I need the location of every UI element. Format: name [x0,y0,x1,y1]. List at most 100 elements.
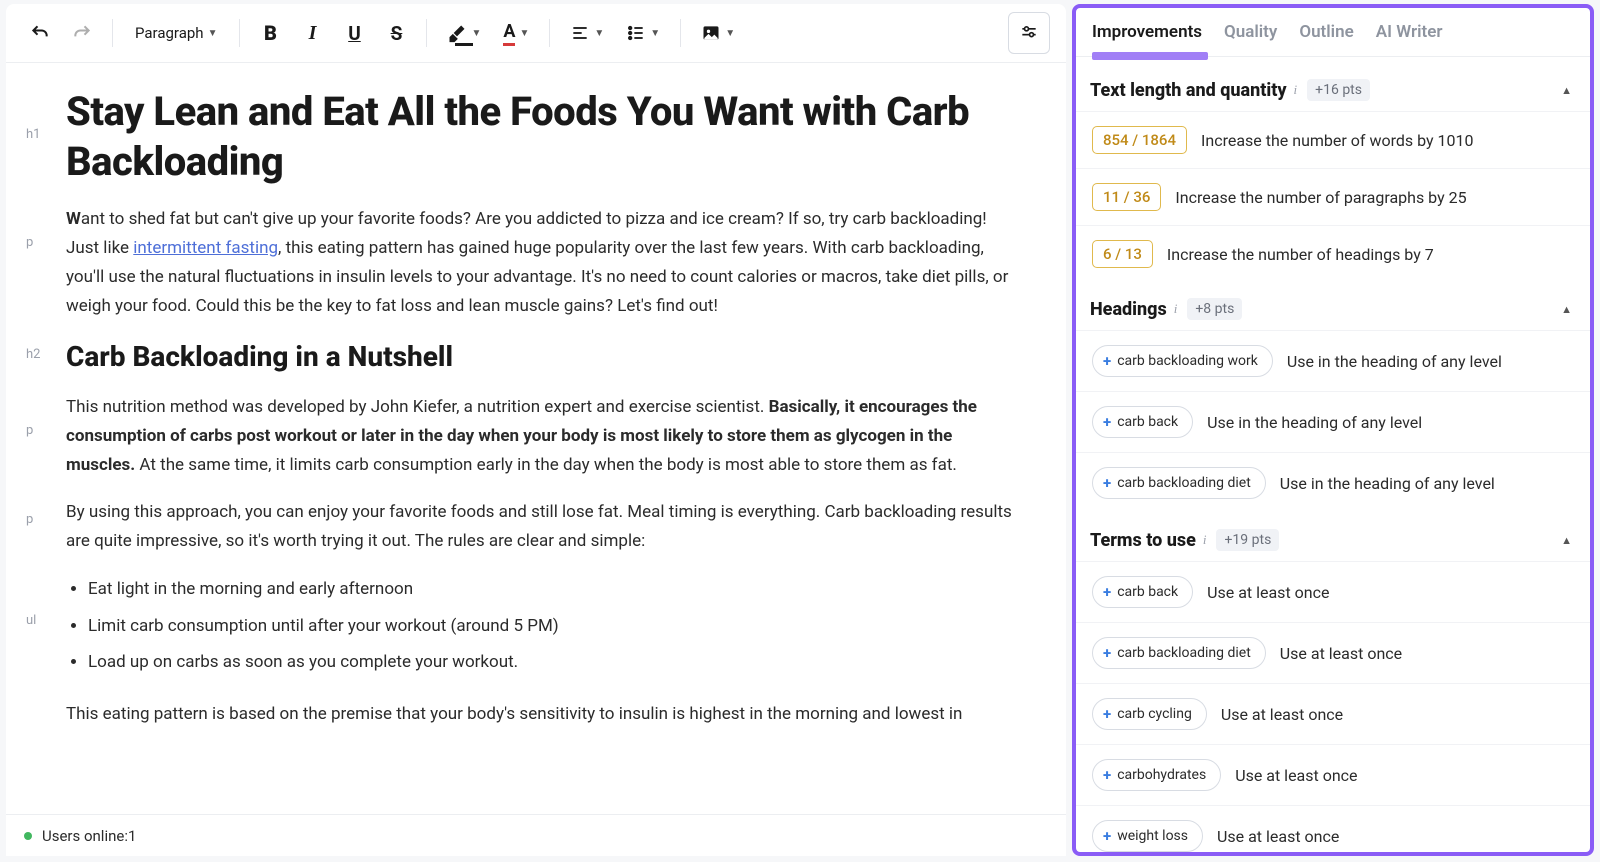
plus-icon: + [1103,705,1111,723]
term-item[interactable]: +carb backloading diet Use at least once [1076,622,1590,683]
image-button[interactable]: ▼ [693,15,743,51]
toolbar: Paragraph▼ B I U S ▼ A▼ ▼ ▼ [6,4,1066,63]
list-item[interactable]: Eat light in the morning and early after… [88,573,1018,605]
list-button[interactable]: ▼ [618,15,668,51]
length-item[interactable]: 11 / 36 Increase the number of paragraph… [1076,168,1590,225]
add-term-button[interactable]: +carb back [1092,406,1193,438]
section-title: Headings [1090,299,1167,320]
add-term-button[interactable]: +carb cycling [1092,698,1207,730]
undo-button[interactable] [22,15,58,51]
add-term-button[interactable]: +carbohydrates [1092,759,1221,791]
underline-button[interactable]: U [336,15,372,51]
tag-gutter: h1 [26,87,66,142]
term-item[interactable]: +carb back Use at least once [1076,561,1590,622]
list-item[interactable]: Limit carb consumption until after your … [88,610,1018,642]
doc-paragraph[interactable]: By using this approach, you can enjoy yo… [66,498,1018,556]
text-color-button[interactable]: A▼ [495,15,537,51]
chevron-up-icon[interactable]: ▲ [1561,534,1572,547]
item-desc: Use at least once [1280,644,1402,663]
section-headings[interactable]: Headings i +8 pts ▲ [1076,282,1590,330]
list-item[interactable]: Load up on carbs as soon as you complete… [88,646,1018,678]
doc-h1[interactable]: Stay Lean and Eat All the Foods You Want… [66,87,1018,187]
document-area[interactable]: h1 Stay Lean and Eat All the Foods You W… [6,63,1066,856]
strikethrough-button[interactable]: S [378,15,414,51]
tag-gutter: h2 [26,339,66,362]
heading-item[interactable]: +carb backloading diet Use in the headin… [1076,452,1590,513]
fasting-link[interactable]: intermittent fasting [133,238,278,258]
highlight-color-button[interactable]: ▼ [439,15,489,51]
doc-paragraph[interactable]: Want to shed fat but can't give up your … [66,205,1018,321]
item-desc: Use at least once [1207,583,1329,602]
plus-icon: + [1103,413,1111,431]
section-text-length[interactable]: Text length and quantity i +16 pts ▲ [1076,63,1590,111]
plus-icon: + [1103,583,1111,601]
item-desc: Use at least once [1221,705,1343,724]
item-desc: Use in the heading of any level [1207,413,1422,432]
heading-item[interactable]: +carb back Use in the heading of any lev… [1076,391,1590,452]
tab-improvements[interactable]: Improvements [1092,22,1202,56]
length-item[interactable]: 6 / 13 Increase the number of headings b… [1076,225,1590,282]
section-points: +8 pts [1187,298,1242,320]
section-points: +19 pts [1216,529,1279,551]
doc-paragraph[interactable]: This nutrition method was developed by J… [66,393,1018,480]
chevron-up-icon[interactable]: ▲ [1561,84,1572,97]
term-item[interactable]: +carb cycling Use at least once [1076,683,1590,744]
sidebar-body[interactable]: Text length and quantity i +16 pts ▲ 854… [1076,57,1590,852]
tag-gutter [26,700,66,708]
bold-button[interactable]: B [252,15,288,51]
add-term-button[interactable]: +weight loss [1092,820,1203,852]
tab-outline[interactable]: Outline [1299,22,1353,56]
align-button[interactable]: ▼ [562,15,612,51]
tag-gutter: p [26,393,66,438]
add-term-button[interactable]: +carb backloading diet [1092,467,1266,499]
section-points: +16 pts [1307,79,1370,101]
count-pill: 6 / 13 [1092,240,1153,268]
item-desc: Increase the number of paragraphs by 25 [1175,188,1466,207]
chevron-up-icon[interactable]: ▲ [1561,303,1572,316]
item-desc: Use at least once [1235,766,1357,785]
editor-settings-button[interactable] [1008,12,1050,54]
info-icon[interactable]: i [1294,82,1298,98]
italic-button[interactable]: I [294,15,330,51]
users-online-label: Users online: [42,827,128,845]
doc-list[interactable]: Eat light in the morning and early after… [66,573,1018,678]
item-desc: Increase the number of words by 1010 [1201,131,1474,150]
block-format-select[interactable]: Paragraph▼ [125,15,227,51]
plus-icon: + [1103,352,1111,370]
item-desc: Use in the heading of any level [1287,352,1502,371]
tag-gutter: ul [26,573,66,628]
info-icon[interactable]: i [1174,301,1178,317]
section-title: Terms to use [1090,530,1196,551]
editor-pane: Paragraph▼ B I U S ▼ A▼ ▼ ▼ [6,4,1066,856]
plus-icon: + [1103,827,1111,845]
status-bar: Users online: 1 [6,814,1066,856]
section-terms[interactable]: Terms to use i +19 pts ▲ [1076,513,1590,561]
block-format-label: Paragraph [135,24,204,42]
count-pill: 11 / 36 [1092,183,1161,211]
info-icon[interactable]: i [1203,532,1207,548]
tab-ai-writer[interactable]: AI Writer [1376,22,1443,56]
tag-gutter: p [26,205,66,250]
plus-icon: + [1103,644,1111,662]
add-term-button[interactable]: +carb backloading diet [1092,637,1266,669]
count-pill: 854 / 1864 [1092,126,1187,154]
term-item[interactable]: +weight loss Use at least once [1076,805,1590,852]
redo-button[interactable] [64,15,100,51]
plus-icon: + [1103,474,1111,492]
add-term-button[interactable]: +carb backloading work [1092,345,1273,377]
item-desc: Use in the heading of any level [1280,474,1495,493]
users-online-count: 1 [128,827,136,845]
length-item[interactable]: 854 / 1864 Increase the number of words … [1076,111,1590,168]
sidebar-tabs: Improvements Quality Outline AI Writer [1076,8,1590,57]
add-term-button[interactable]: +carb back [1092,576,1193,608]
term-item[interactable]: +carbohydrates Use at least once [1076,744,1590,805]
item-desc: Increase the number of headings by 7 [1167,245,1434,264]
heading-item[interactable]: +carb backloading work Use in the headin… [1076,330,1590,391]
tab-quality[interactable]: Quality [1224,22,1277,56]
plus-icon: + [1103,766,1111,784]
doc-h2[interactable]: Carb Backloading in a Nutshell [66,339,1018,375]
section-title: Text length and quantity [1090,80,1287,101]
doc-paragraph[interactable]: This eating pattern is based on the prem… [66,700,1018,729]
tag-gutter: p [26,498,66,527]
online-dot-icon [24,832,32,840]
